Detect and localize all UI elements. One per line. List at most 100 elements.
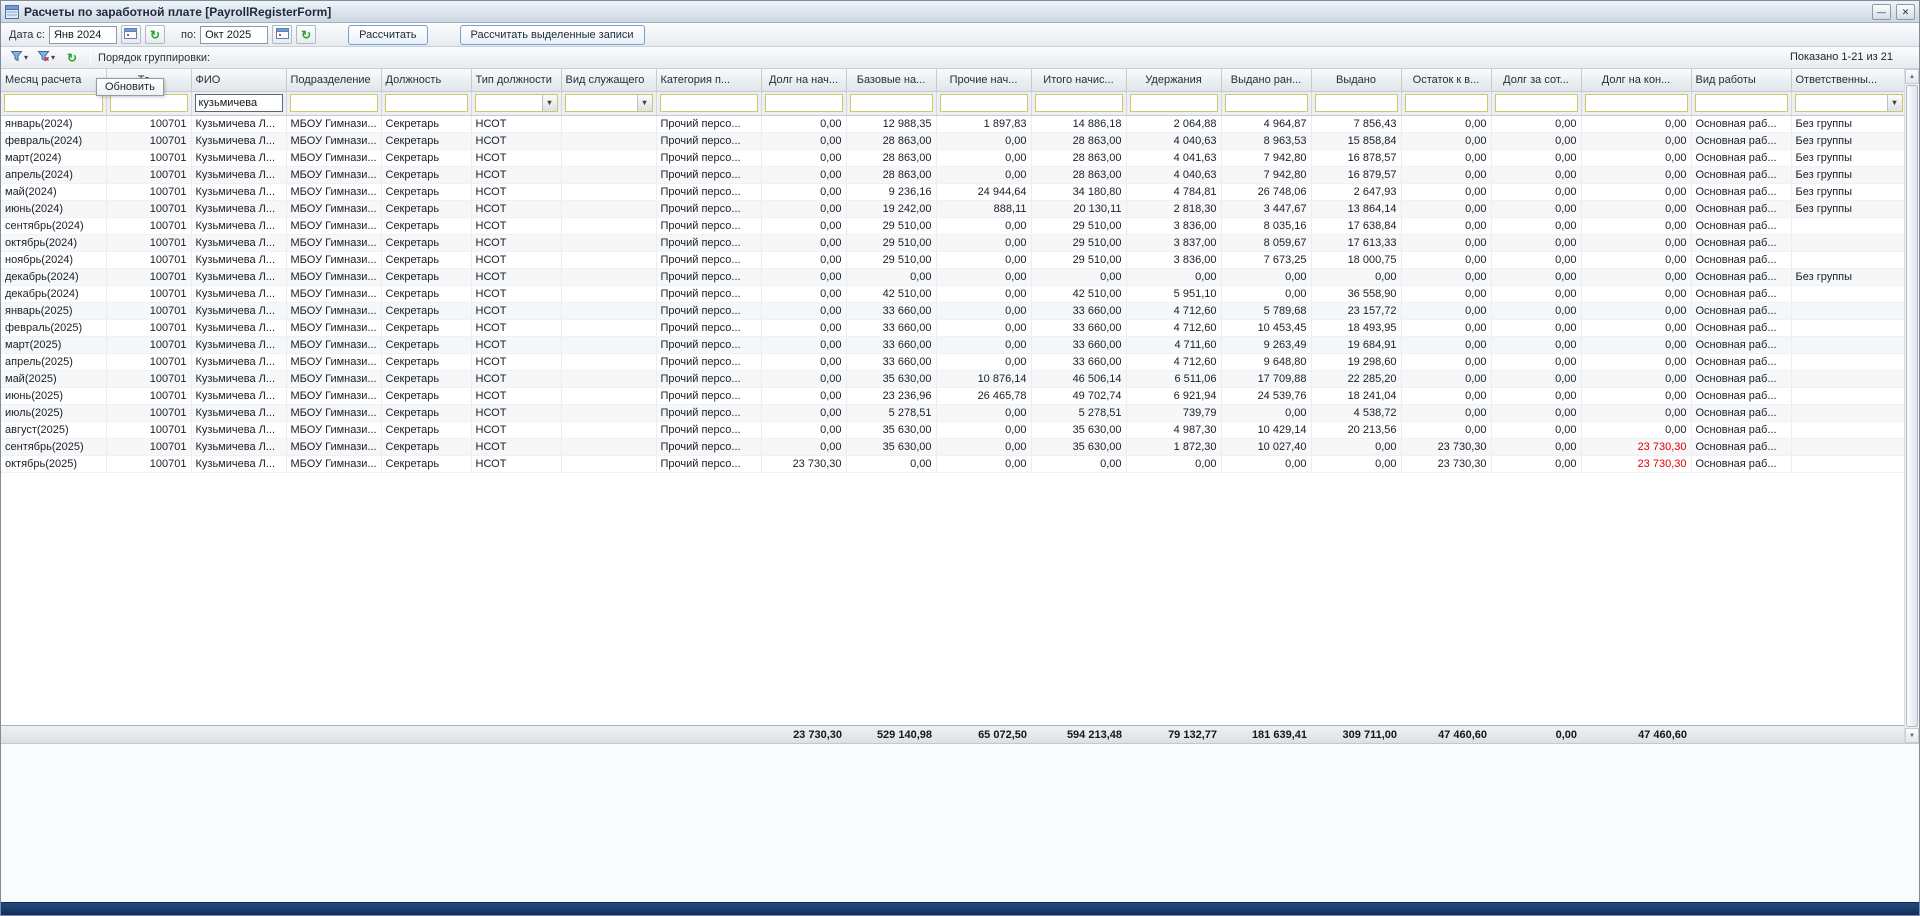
filter-input-paid_before[interactable] <box>1225 95 1307 111</box>
date-from-calendar-button[interactable] <box>120 25 141 44</box>
filter-input-resp[interactable] <box>1795 95 1887 111</box>
column-header-rest[interactable]: Остаток к в... <box>1401 69 1492 92</box>
cell-worktype: Основная раб... <box>1691 268 1792 286</box>
cell-worktype: Основная раб... <box>1691 200 1792 218</box>
cell-debt_end: 0,00 <box>1581 149 1692 167</box>
cell-base: 23 236,96 <box>846 387 937 405</box>
cell-tab: 100701 <box>106 268 192 286</box>
date-from-reset-button[interactable]: ↻ <box>144 25 165 44</box>
filter-dropdown-resp[interactable]: ▾ <box>1886 95 1902 111</box>
date-to-reset-button[interactable]: ↻ <box>296 25 317 44</box>
column-header-withheld[interactable]: Удержания <box>1126 69 1222 92</box>
calendar-icon <box>275 27 289 42</box>
cell-accrued: 0,00 <box>1031 268 1127 286</box>
scrollbar-thumb[interactable] <box>1906 85 1918 727</box>
filter-input-rest[interactable] <box>1405 95 1487 111</box>
cell-tab: 100701 <box>106 200 192 218</box>
column-header-debt_emp[interactable]: Долг за сот... <box>1491 69 1582 92</box>
table-row[interactable]: апрель(2025) 100701 Кузьмичева Л... МБОУ Ги… <box>1 353 1904 371</box>
table-row[interactable]: июль(2025) 100701 Кузьмичева Л... МБОУ Гимн… <box>1 404 1904 422</box>
filter-input-paid[interactable] <box>1315 95 1397 111</box>
filter-input-debt_emp[interactable] <box>1495 95 1577 111</box>
filter-input-worktype[interactable] <box>1695 95 1787 111</box>
table-row[interactable]: июнь(2025) 100701 Кузьмичева Л... МБОУ Гимн… <box>1 387 1904 405</box>
table-row[interactable]: февраль(2024) 100701 Кузьмичева Л... МБОУ Г… <box>1 132 1904 150</box>
table-row[interactable]: февраль(2025) 100701 Кузьмичева Л... МБОУ Г… <box>1 319 1904 337</box>
column-header-month[interactable]: Месяц расчета <box>1 69 107 92</box>
table-row[interactable]: октябрь(2025) 100701 Кузьмичева Л... МБОУ Г… <box>1 455 1904 473</box>
column-header-emptype[interactable]: Вид служащего <box>561 69 657 92</box>
filter-input-fio[interactable] <box>195 95 282 111</box>
filter-dropdown-emptype[interactable]: ▾ <box>636 95 652 111</box>
cell-accrued: 5 278,51 <box>1031 404 1127 422</box>
filter-input-dept[interactable] <box>290 95 377 111</box>
filter-dropdown-postype[interactable]: ▾ <box>541 95 557 111</box>
filter-input-other[interactable] <box>940 95 1027 111</box>
table-row[interactable]: май(2025) 100701 Кузьмичева Л... МБОУ Гимна… <box>1 370 1904 388</box>
calculate-selected-button[interactable]: Рассчитать выделенные записи <box>459 24 645 45</box>
filter-cell-rest <box>1401 91 1492 116</box>
date-to-calendar-button[interactable] <box>272 25 293 44</box>
table-row[interactable]: декабрь(2024) 100701 Кузьмичева Л... МБОУ Г… <box>1 285 1904 303</box>
filter-input-postype[interactable] <box>475 95 542 111</box>
title-bar: Расчеты по заработной плате [PayrollRegi… <box>1 1 1919 23</box>
filter-input-debt_start[interactable] <box>765 95 842 111</box>
filter-input-withheld[interactable] <box>1130 95 1217 111</box>
cell-emptype <box>561 115 657 133</box>
filter-input-pos[interactable] <box>385 95 467 111</box>
filter-input-tab[interactable] <box>110 95 187 111</box>
scroll-down-arrow-icon[interactable]: ▼ <box>1905 728 1919 743</box>
column-header-category[interactable]: Категория п... <box>656 69 762 92</box>
calculate-button[interactable]: Рассчитать <box>348 24 428 45</box>
cell-emptype <box>561 200 657 218</box>
column-header-resp[interactable]: Ответственны... <box>1791 69 1904 92</box>
column-header-paid[interactable]: Выдано <box>1311 69 1402 92</box>
cell-emptype <box>561 166 657 184</box>
filter-input-month[interactable] <box>5 95 102 111</box>
total-paid: 309 711,00 <box>1342 728 1397 741</box>
table-row[interactable]: январь(2024) 100701 Кузьмичева Л... МБОУ Ги… <box>1 115 1904 133</box>
table-row[interactable]: сентябрь(2024) 100701 Кузьмичева Л... МБОУ … <box>1 217 1904 235</box>
cell-pos: Секретарь <box>381 166 472 184</box>
table-row[interactable]: апрель(2024) 100701 Кузьмичева Л... МБОУ Ги… <box>1 166 1904 184</box>
clear-filter-button[interactable]: ▾ <box>34 48 58 67</box>
column-header-fio[interactable]: ФИО <box>191 69 287 92</box>
table-row[interactable]: январь(2025) 100701 Кузьмичева Л... МБОУ Ги… <box>1 302 1904 320</box>
table-row[interactable]: сентябрь(2025) 100701 Кузьмичева Л... МБОУ … <box>1 438 1904 456</box>
filter-input-emptype[interactable] <box>565 95 637 111</box>
table-row[interactable]: май(2024) 100701 Кузьмичева Л... МБОУ Гимна… <box>1 183 1904 201</box>
table-row[interactable]: июнь(2024) 100701 Кузьмичева Л... МБОУ Гимн… <box>1 200 1904 218</box>
column-header-postype[interactable]: Тип должности <box>471 69 562 92</box>
date-to-input[interactable] <box>200 25 269 44</box>
column-header-accrued[interactable]: Итого начис... <box>1031 69 1127 92</box>
column-header-pos[interactable]: Должность <box>381 69 472 92</box>
column-header-debt_end[interactable]: Долг на кон... <box>1581 69 1692 92</box>
column-header-paid_before[interactable]: Выдано ран... <box>1221 69 1312 92</box>
close-button[interactable]: ✕ <box>1896 3 1915 20</box>
filter-input-debt_end[interactable] <box>1585 95 1687 111</box>
filter-input-category[interactable] <box>660 95 757 111</box>
vertical-scrollbar[interactable]: ▲ ▼ <box>1904 69 1919 743</box>
cell-paid: 20 213,56 <box>1311 421 1402 439</box>
scroll-up-arrow-icon[interactable]: ▲ <box>1905 69 1919 84</box>
column-header-dept[interactable]: Подразделение <box>286 69 382 92</box>
table-row[interactable]: декабрь(2024) 100701 Кузьмичева Л... МБОУ Г… <box>1 268 1904 286</box>
column-header-base[interactable]: Базовые на... <box>846 69 937 92</box>
table-row[interactable]: октябрь(2024) 100701 Кузьмичева Л... МБОУ Г… <box>1 234 1904 252</box>
table-row[interactable]: ноябрь(2024) 100701 Кузьмичева Л... МБОУ Ги… <box>1 251 1904 269</box>
filter-button[interactable]: ▾ <box>7 48 31 67</box>
table-row[interactable]: март(2024) 100701 Кузьмичева Л... МБОУ Гимн… <box>1 149 1904 167</box>
cell-accrued: 29 510,00 <box>1031 251 1127 269</box>
table-row[interactable]: март(2025) 100701 Кузьмичева Л... МБОУ Гимн… <box>1 336 1904 354</box>
minimize-button[interactable]: — <box>1872 3 1891 20</box>
refresh-button[interactable]: ↻ <box>61 48 83 67</box>
cell-withheld: 4 784,81 <box>1126 183 1222 201</box>
table-row[interactable]: август(2025) 100701 Кузьмичева Л... МБОУ Ги… <box>1 421 1904 439</box>
column-header-other[interactable]: Прочие нач... <box>936 69 1032 92</box>
cell-debt_emp: 0,00 <box>1491 115 1582 133</box>
filter-input-accrued[interactable] <box>1035 95 1122 111</box>
date-from-input[interactable] <box>48 25 117 44</box>
column-header-debt_start[interactable]: Долг на нач... <box>761 69 847 92</box>
column-header-worktype[interactable]: Вид работы <box>1691 69 1792 92</box>
filter-input-base[interactable] <box>850 95 932 111</box>
